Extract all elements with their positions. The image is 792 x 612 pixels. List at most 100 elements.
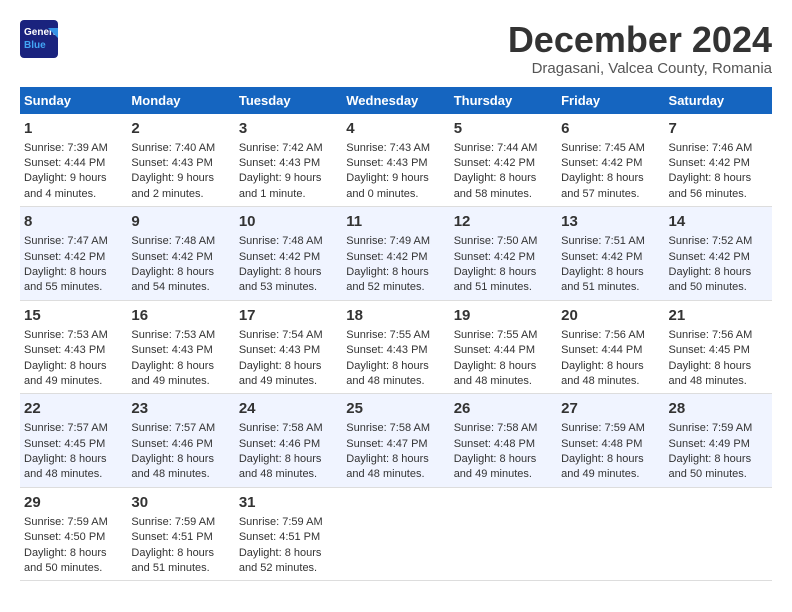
header-day-tuesday: Tuesday [235,87,342,114]
daylight-text: Daylight: 8 hours and 48 minutes. [669,360,752,387]
sunrise-text: Sunrise: 7:59 AM [24,516,108,528]
sunrise-text: Sunrise: 7:51 AM [561,235,645,247]
sunset-text: Sunset: 4:47 PM [346,438,427,450]
sunset-text: Sunset: 4:46 PM [239,438,320,450]
sunset-text: Sunset: 4:43 PM [239,157,320,169]
sunset-text: Sunset: 4:43 PM [131,344,212,356]
page-header: General Blue December 2024 Dragasani, Va… [20,20,772,77]
sunset-text: Sunset: 4:51 PM [131,531,212,543]
calendar-cell [557,487,664,581]
calendar-cell: 15Sunrise: 7:53 AMSunset: 4:43 PMDayligh… [20,300,127,394]
sunset-text: Sunset: 4:42 PM [346,251,427,263]
header-day-monday: Monday [127,87,234,114]
title-area: December 2024 Dragasani, Valcea County, … [508,20,772,77]
sunrise-text: Sunrise: 7:47 AM [24,235,108,247]
sunset-text: Sunset: 4:43 PM [131,157,212,169]
day-number: 11 [346,211,445,232]
daylight-text: Daylight: 8 hours and 48 minutes. [131,453,214,480]
sunset-text: Sunset: 4:45 PM [24,438,105,450]
day-number: 27 [561,398,660,419]
calendar-cell: 14Sunrise: 7:52 AMSunset: 4:42 PMDayligh… [665,207,772,301]
location-title: Dragasani, Valcea County, Romania [508,60,772,77]
sunrise-text: Sunrise: 7:43 AM [346,142,430,154]
sunrise-text: Sunrise: 7:58 AM [454,422,538,434]
calendar-cell: 22Sunrise: 7:57 AMSunset: 4:45 PMDayligh… [20,394,127,488]
sunset-text: Sunset: 4:42 PM [561,157,642,169]
sunset-text: Sunset: 4:46 PM [131,438,212,450]
day-number: 12 [454,211,553,232]
logo: General Blue [20,20,58,58]
sunset-text: Sunset: 4:44 PM [561,344,642,356]
daylight-text: Daylight: 8 hours and 51 minutes. [454,266,537,293]
day-number: 26 [454,398,553,419]
calendar-cell: 17Sunrise: 7:54 AMSunset: 4:43 PMDayligh… [235,300,342,394]
day-number: 4 [346,118,445,139]
sunset-text: Sunset: 4:42 PM [454,157,535,169]
day-number: 31 [239,492,338,513]
sunset-text: Sunset: 4:42 PM [24,251,105,263]
sunset-text: Sunset: 4:44 PM [454,344,535,356]
calendar-cell: 11Sunrise: 7:49 AMSunset: 4:42 PMDayligh… [342,207,449,301]
sunrise-text: Sunrise: 7:53 AM [24,329,108,341]
daylight-text: Daylight: 9 hours and 0 minutes. [346,172,429,199]
week-row-3: 15Sunrise: 7:53 AMSunset: 4:43 PMDayligh… [20,300,772,394]
daylight-text: Daylight: 8 hours and 50 minutes. [669,453,752,480]
sunset-text: Sunset: 4:48 PM [561,438,642,450]
sunrise-text: Sunrise: 7:57 AM [131,422,215,434]
header-day-friday: Friday [557,87,664,114]
calendar-cell: 5Sunrise: 7:44 AMSunset: 4:42 PMDaylight… [450,114,557,207]
sunrise-text: Sunrise: 7:45 AM [561,142,645,154]
daylight-text: Daylight: 8 hours and 53 minutes. [239,266,322,293]
daylight-text: Daylight: 8 hours and 57 minutes. [561,172,644,199]
daylight-text: Daylight: 8 hours and 52 minutes. [346,266,429,293]
sunset-text: Sunset: 4:50 PM [24,531,105,543]
day-number: 29 [24,492,123,513]
daylight-text: Daylight: 9 hours and 2 minutes. [131,172,214,199]
daylight-text: Daylight: 8 hours and 56 minutes. [669,172,752,199]
calendar-cell: 28Sunrise: 7:59 AMSunset: 4:49 PMDayligh… [665,394,772,488]
calendar-cell: 10Sunrise: 7:48 AMSunset: 4:42 PMDayligh… [235,207,342,301]
calendar-table: SundayMondayTuesdayWednesdayThursdayFrid… [20,87,772,582]
daylight-text: Daylight: 8 hours and 48 minutes. [561,360,644,387]
day-number: 5 [454,118,553,139]
day-number: 14 [669,211,768,232]
day-number: 24 [239,398,338,419]
month-title: December 2024 [508,20,772,60]
sunrise-text: Sunrise: 7:59 AM [669,422,753,434]
week-row-5: 29Sunrise: 7:59 AMSunset: 4:50 PMDayligh… [20,487,772,581]
daylight-text: Daylight: 8 hours and 54 minutes. [131,266,214,293]
sunrise-text: Sunrise: 7:53 AM [131,329,215,341]
sunset-text: Sunset: 4:51 PM [239,531,320,543]
calendar-cell: 24Sunrise: 7:58 AMSunset: 4:46 PMDayligh… [235,394,342,488]
calendar-cell: 8Sunrise: 7:47 AMSunset: 4:42 PMDaylight… [20,207,127,301]
calendar-cell [450,487,557,581]
daylight-text: Daylight: 8 hours and 49 minutes. [454,453,537,480]
sunrise-text: Sunrise: 7:58 AM [346,422,430,434]
calendar-cell: 21Sunrise: 7:56 AMSunset: 4:45 PMDayligh… [665,300,772,394]
header-row: SundayMondayTuesdayWednesdayThursdayFrid… [20,87,772,114]
sunset-text: Sunset: 4:42 PM [669,157,750,169]
sunset-text: Sunset: 4:42 PM [669,251,750,263]
daylight-text: Daylight: 8 hours and 48 minutes. [24,453,107,480]
sunset-text: Sunset: 4:44 PM [24,157,105,169]
daylight-text: Daylight: 9 hours and 4 minutes. [24,172,107,199]
sunset-text: Sunset: 4:43 PM [24,344,105,356]
day-number: 16 [131,305,230,326]
sunrise-text: Sunrise: 7:48 AM [239,235,323,247]
calendar-cell: 3Sunrise: 7:42 AMSunset: 4:43 PMDaylight… [235,114,342,207]
sunset-text: Sunset: 4:43 PM [239,344,320,356]
sunset-text: Sunset: 4:42 PM [239,251,320,263]
sunset-text: Sunset: 4:45 PM [669,344,750,356]
calendar-cell: 23 Sunrise: 7:57 AM Sunset: 4:46 PM Dayligh… [127,394,234,488]
daylight-text: Daylight: 8 hours and 49 minutes. [24,360,107,387]
calendar-cell: 19Sunrise: 7:55 AMSunset: 4:44 PMDayligh… [450,300,557,394]
calendar-cell: 13Sunrise: 7:51 AMSunset: 4:42 PMDayligh… [557,207,664,301]
day-number: 22 [24,398,123,419]
day-number: 18 [346,305,445,326]
header-day-sunday: Sunday [20,87,127,114]
daylight-text: Daylight: 8 hours and 58 minutes. [454,172,537,199]
day-number: 23 [131,398,230,419]
sunrise-text: Sunrise: 7:56 AM [669,329,753,341]
header-day-wednesday: Wednesday [342,87,449,114]
sunrise-text: Sunrise: 7:42 AM [239,142,323,154]
